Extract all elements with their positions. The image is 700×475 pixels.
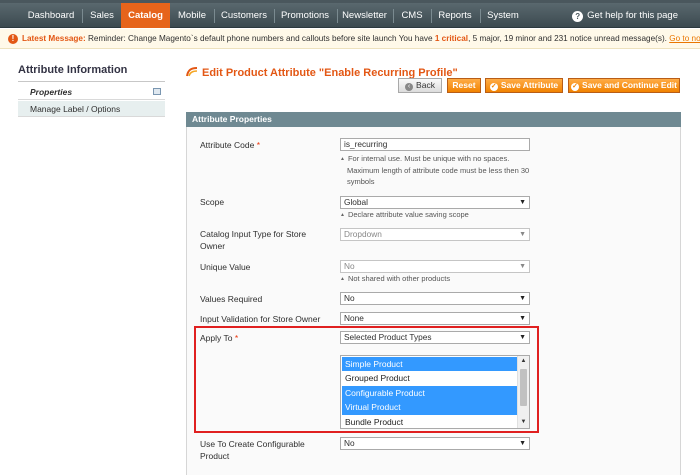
values-required-value: No bbox=[344, 293, 355, 303]
note-triangle-icon: ▲ bbox=[340, 156, 345, 162]
nav-divider bbox=[480, 9, 481, 23]
attribute-code-note: ▲ For internal use. Must be unique with n… bbox=[340, 153, 540, 187]
chevron-down-icon: ▼ bbox=[519, 440, 526, 447]
configurable-value: No bbox=[344, 438, 355, 448]
nav-mobile[interactable]: Mobile bbox=[174, 3, 210, 28]
nav-cms[interactable]: CMS bbox=[398, 3, 426, 28]
scope-select[interactable]: Global ▼ bbox=[340, 196, 530, 209]
edit-attribute-icon bbox=[186, 67, 198, 77]
configurable-select[interactable]: No ▼ bbox=[340, 437, 530, 450]
unique-value-note: ▲ Not shared with other products bbox=[340, 273, 540, 285]
note-line: For internal use. Must be unique with no… bbox=[347, 154, 510, 163]
input-validation-label: Input Validation for Store Owner bbox=[200, 314, 321, 324]
chevron-down-icon: ▼ bbox=[519, 263, 526, 270]
sidebar-divider bbox=[18, 81, 165, 82]
back-button[interactable]: ‹ Back bbox=[398, 78, 442, 93]
save-button-label: Save Attribute bbox=[500, 80, 559, 90]
save-continue-icon: ✓ bbox=[571, 83, 580, 91]
nav-divider bbox=[82, 9, 83, 23]
nav-divider bbox=[214, 9, 215, 23]
note-line: Declare attribute value saving scope bbox=[347, 210, 469, 219]
scope-note: ▲ Declare attribute value saving scope bbox=[340, 209, 540, 221]
top-navigation: Dashboard Sales Catalog Mobile Customers… bbox=[0, 0, 700, 28]
nav-sales[interactable]: Sales bbox=[86, 3, 118, 28]
back-arrow-icon: ‹ bbox=[405, 83, 414, 91]
help-icon: ? bbox=[572, 11, 584, 22]
note-line: symbols bbox=[347, 177, 375, 186]
reset-button[interactable]: Reset bbox=[447, 78, 481, 93]
input-validation-value: None bbox=[344, 313, 364, 323]
configurable-label: Use To Create Configurable Product bbox=[200, 438, 325, 462]
label-text: Use To Create Configurable bbox=[200, 439, 305, 449]
save-icon: ✓ bbox=[489, 83, 498, 91]
nav-divider bbox=[431, 9, 432, 23]
help-label: Get help for this page bbox=[587, 10, 678, 21]
sidebar-item-manage-labels[interactable]: Manage Label / Options bbox=[18, 101, 165, 117]
sidebar-item-label: Properties bbox=[30, 87, 73, 97]
label-text: Attribute Code bbox=[200, 140, 255, 150]
chevron-down-icon: ▼ bbox=[519, 231, 526, 238]
nav-newsletter[interactable]: Newsletter bbox=[341, 3, 388, 28]
unique-value: No bbox=[344, 261, 355, 271]
save-continue-label: Save and Continue Edit bbox=[582, 80, 677, 90]
note-line: Not shared with other products bbox=[347, 274, 451, 283]
input-type-label: Catalog Input Type for Store Owner bbox=[200, 228, 325, 252]
required-marker: * bbox=[256, 140, 261, 150]
nav-divider bbox=[337, 9, 338, 23]
sidebar-title: Attribute Information bbox=[18, 64, 128, 76]
label-text: Product bbox=[200, 451, 230, 461]
message-text-rest: , 5 major, 19 minor and 231 notice unrea… bbox=[468, 34, 670, 43]
nav-divider bbox=[274, 9, 275, 23]
nav-dashboard[interactable]: Dashboard bbox=[25, 3, 77, 28]
attribute-code-input[interactable]: is_recurring bbox=[340, 138, 530, 151]
scope-label: Scope bbox=[200, 197, 225, 207]
sidebar-item-properties[interactable]: Properties bbox=[18, 84, 165, 100]
notifications-link[interactable]: Go to notifications bbox=[669, 34, 700, 43]
nav-system[interactable]: System bbox=[484, 3, 522, 28]
chevron-down-icon: ▼ bbox=[519, 315, 526, 322]
highlight-box bbox=[194, 326, 539, 433]
scope-value: Global bbox=[344, 197, 368, 207]
attribute-code-label: Attribute Code * bbox=[200, 139, 325, 151]
message-label: Latest Message: bbox=[22, 34, 86, 43]
help-link[interactable]: ? Get help for this page bbox=[572, 3, 678, 28]
warning-icon: ! bbox=[8, 34, 18, 44]
message-text: Reminder: Change Magento`s default phone… bbox=[85, 34, 435, 43]
input-validation-select[interactable]: None ▼ bbox=[340, 312, 530, 325]
sidebar-item-label: Manage Label / Options bbox=[30, 104, 121, 114]
nav-divider bbox=[393, 9, 394, 23]
nav-customers[interactable]: Customers bbox=[219, 3, 269, 28]
input-type-value: Dropdown bbox=[344, 229, 382, 239]
nav-promotions[interactable]: Promotions bbox=[278, 3, 332, 28]
nav-catalog[interactable]: Catalog bbox=[121, 3, 170, 28]
input-type-select: Dropdown ▼ bbox=[340, 228, 530, 241]
nav-reports[interactable]: Reports bbox=[435, 3, 475, 28]
save-continue-button[interactable]: ✓ Save and Continue Edit bbox=[568, 78, 680, 93]
save-attribute-button[interactable]: ✓ Save Attribute bbox=[485, 78, 563, 93]
critical-count: 1 critical bbox=[434, 34, 469, 43]
values-required-select[interactable]: No ▼ bbox=[340, 292, 530, 305]
back-button-label: Back bbox=[416, 80, 435, 90]
note-triangle-icon: ▲ bbox=[340, 276, 345, 282]
system-message-bar: ! Latest Message: Reminder: Change Magen… bbox=[0, 29, 700, 49]
reset-button-label: Reset bbox=[452, 80, 476, 90]
label-text: Catalog Input Type for Store bbox=[200, 229, 307, 239]
chevron-down-icon: ▼ bbox=[519, 199, 526, 206]
fieldset-header: Attribute Properties bbox=[186, 112, 681, 127]
unique-value-label: Unique Value bbox=[200, 262, 251, 272]
note-line: Maximum length of attribute code must be… bbox=[347, 166, 530, 175]
note-triangle-icon: ▲ bbox=[340, 212, 345, 218]
values-required-label: Values Required bbox=[200, 294, 263, 304]
unique-value-select: No ▼ bbox=[340, 260, 530, 273]
label-text: Owner bbox=[200, 241, 226, 251]
collapse-icon[interactable] bbox=[153, 88, 161, 95]
chevron-down-icon: ▼ bbox=[519, 295, 526, 302]
